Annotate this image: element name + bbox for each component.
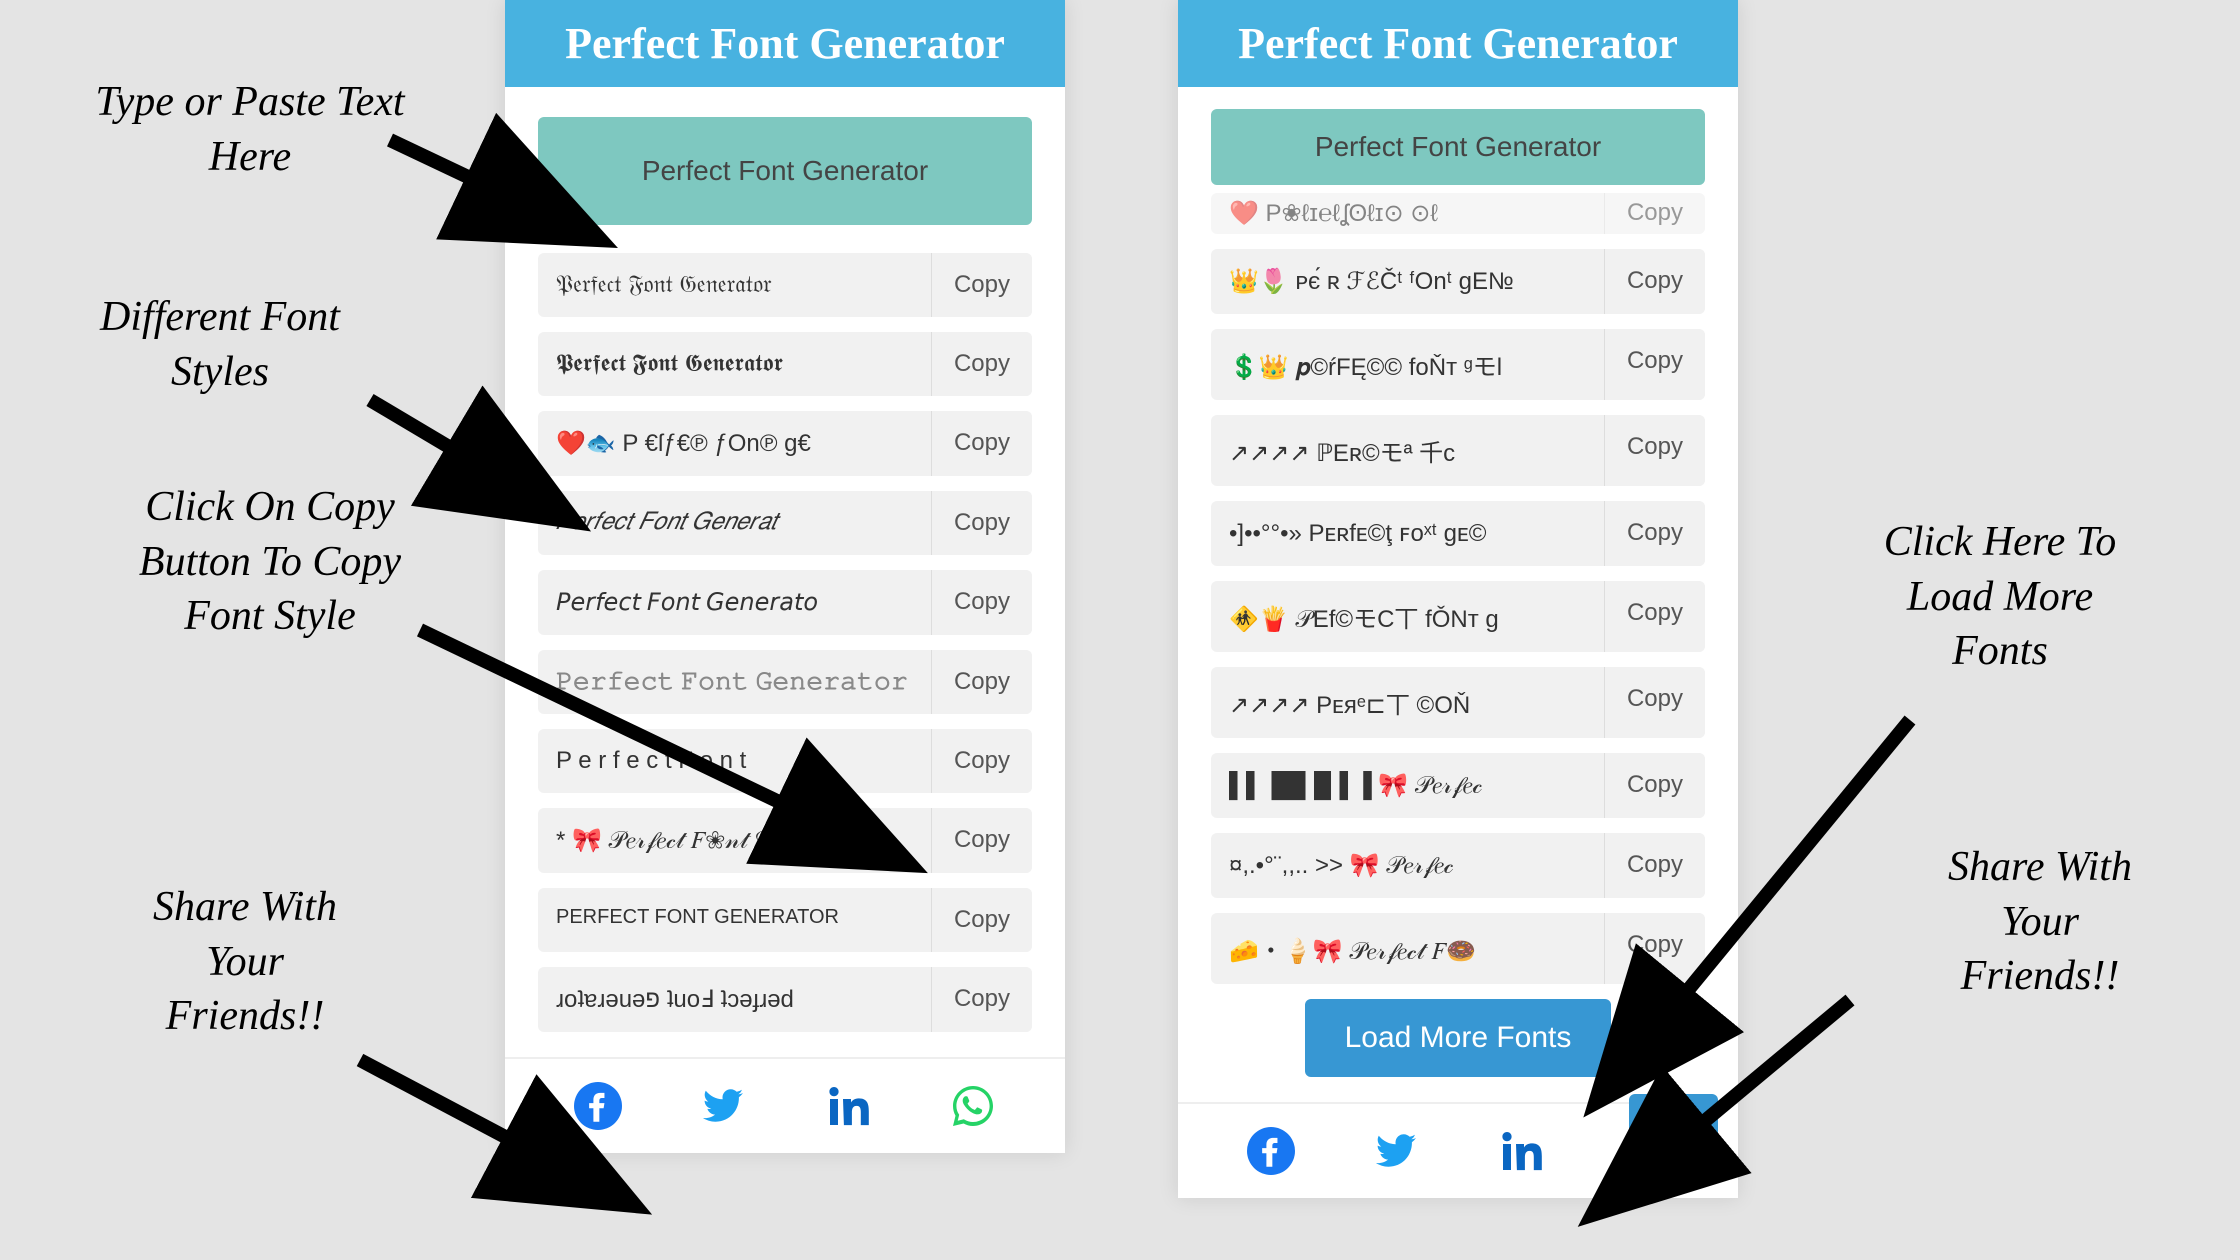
annotation-arrows — [0, 0, 2240, 1260]
